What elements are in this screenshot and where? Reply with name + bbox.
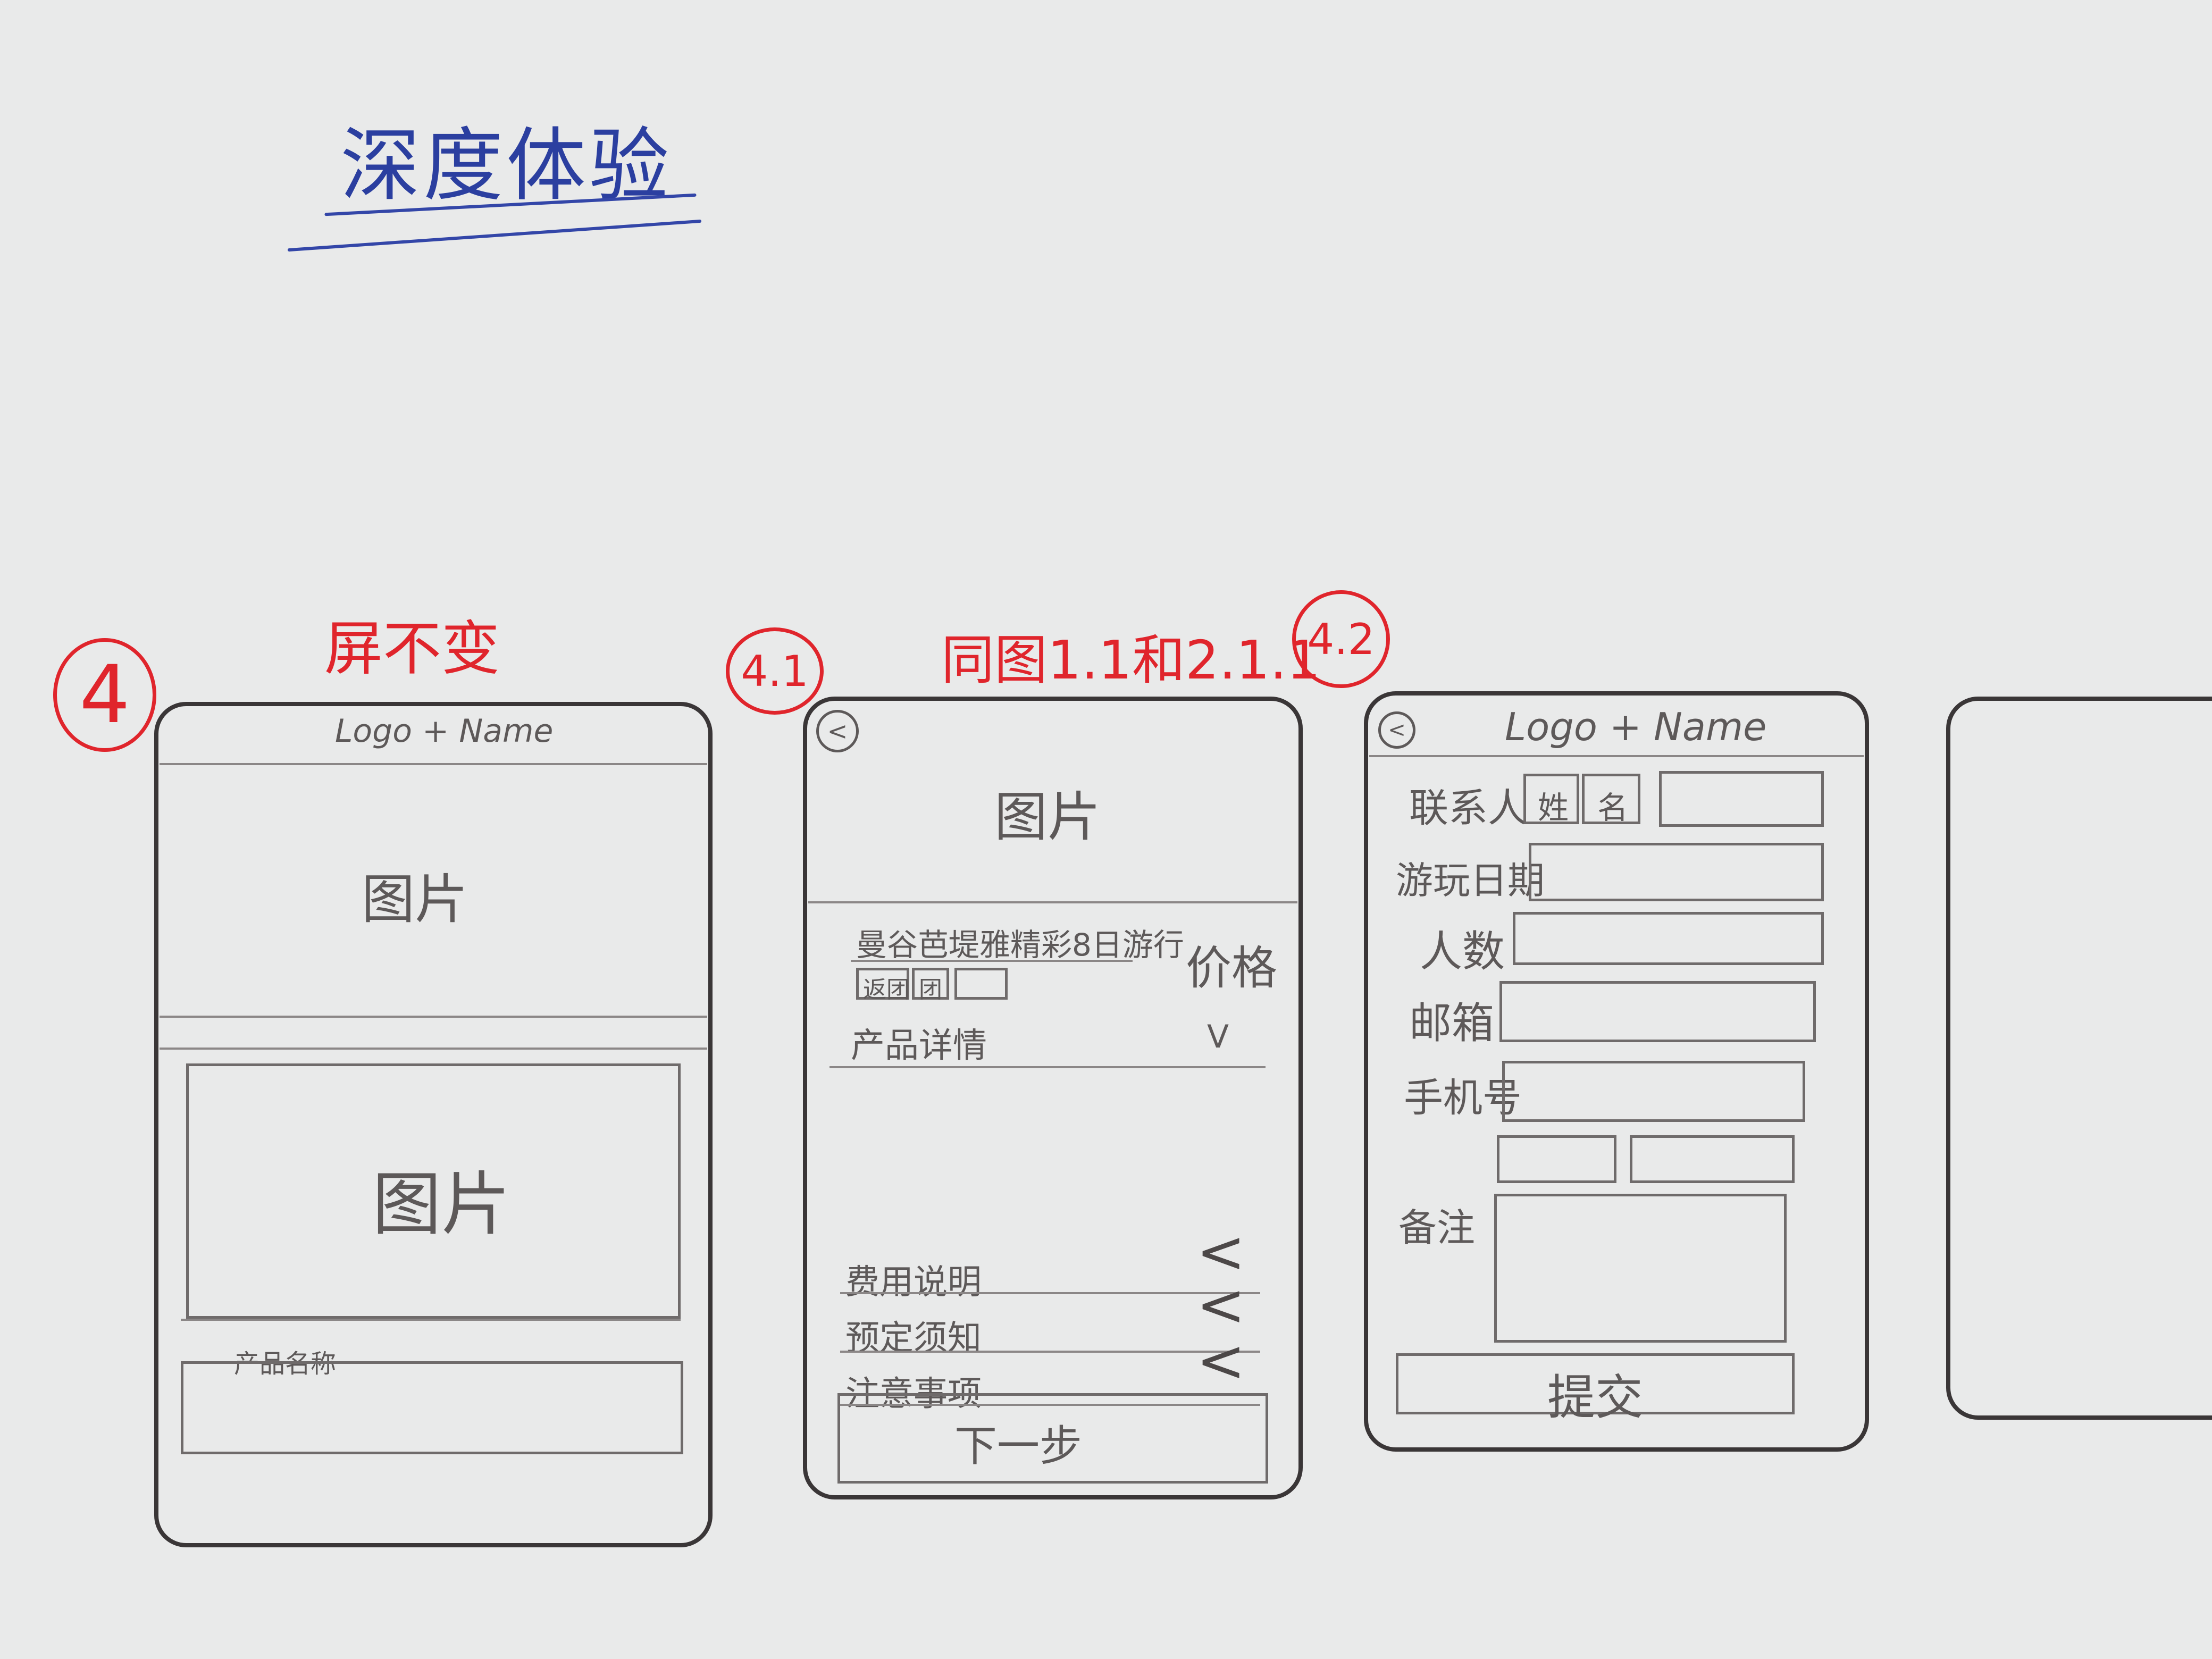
- next-screen-phone-partial: [1946, 697, 2212, 1420]
- phone-input[interactable]: [1502, 1061, 1805, 1122]
- chevron-down-icon[interactable]: V: [1207, 1018, 1229, 1055]
- screen-4-1-tag: 团: [912, 968, 949, 1003]
- screen-4-1-section-label[interactable]: 费用说明: [845, 1255, 982, 1304]
- step-4-1-note: 同图1.1和2.1.1: [941, 629, 1321, 691]
- chevron-left-icon[interactable]: <: [1196, 1327, 1245, 1395]
- screen-4-divider: [181, 1319, 681, 1321]
- surname-label: 姓: [1538, 790, 1569, 826]
- title-underline: [287, 219, 702, 252]
- screen-4-divider: [160, 1016, 707, 1018]
- step-4-note: 屏不变: [324, 615, 500, 683]
- screen-4-1-price: 价格: [1186, 942, 1277, 995]
- submit-button[interactable]: 提交: [1396, 1353, 1795, 1426]
- screen-4-1-product-title: 曼谷芭堤雅精彩8日游行: [856, 927, 1184, 963]
- back-glyph: <: [827, 717, 848, 745]
- name-field[interactable]: 名: [1582, 774, 1640, 826]
- step-4-2-label: 4.2: [1307, 614, 1375, 664]
- screen-4-1-next-button[interactable]: 下一步: [837, 1393, 1268, 1484]
- step-4-label: 4: [79, 649, 130, 741]
- screen-4-2-divider: [1369, 755, 1864, 757]
- next-button-label: 下一步: [954, 1421, 1082, 1471]
- screen-4-1-back-icon[interactable]: <: [816, 710, 859, 752]
- screen-4-image-top[interactable]: 图片: [362, 856, 468, 933]
- surname-field[interactable]: 姓: [1523, 774, 1579, 826]
- remarks-textarea[interactable]: [1494, 1194, 1787, 1343]
- remarks-label: 备注: [1398, 1205, 1476, 1250]
- people-input[interactable]: [1513, 912, 1824, 965]
- tag-label: 返团: [863, 976, 910, 1003]
- screen-4-image-bottom: 图片: [372, 1164, 511, 1245]
- screen-4-1-tag: [954, 968, 1008, 1000]
- extra-input-right[interactable]: [1630, 1135, 1795, 1183]
- travel-date-input[interactable]: [1529, 843, 1824, 901]
- people-label: 人数: [1420, 927, 1505, 976]
- screen-4-2-header: Logo + Name: [1505, 705, 1767, 749]
- screen-4-1-tag: 返团: [856, 968, 910, 1003]
- screen-4-bottom-bar[interactable]: [181, 1361, 683, 1454]
- email-label: 邮箱: [1409, 999, 1494, 1048]
- screen-4-1-divider: [830, 1066, 1266, 1068]
- contact-label: 联系人: [1409, 785, 1527, 831]
- screen-4-1-details-label[interactable]: 产品详情: [851, 1018, 987, 1067]
- step-4-2-badge: 4.2: [1292, 590, 1390, 688]
- screen-4-divider: [160, 763, 707, 765]
- screen-4-1-divider: [808, 901, 1297, 903]
- screen-4-header: Logo + Name: [335, 713, 554, 750]
- name-label: 名: [1597, 790, 1629, 826]
- contact-input[interactable]: [1659, 771, 1824, 827]
- step-4-badge: 4: [53, 638, 156, 752]
- extra-input-left[interactable]: [1497, 1135, 1616, 1183]
- submit-button-label: 提交: [1547, 1370, 1643, 1426]
- screen-4-1-image[interactable]: 图片: [994, 774, 1101, 851]
- step-4-1-badge: 4.1: [726, 627, 824, 715]
- step-4-1-label: 4.1: [741, 646, 809, 696]
- email-input[interactable]: [1499, 981, 1816, 1042]
- travel-date-label: 游玩日期: [1396, 859, 1545, 902]
- screen-4-1-title-underline: [851, 960, 1133, 962]
- screen-4-2-back-icon[interactable]: <: [1378, 711, 1415, 749]
- screen-4-divider: [160, 1048, 707, 1050]
- back-glyph: <: [1388, 718, 1406, 742]
- tag-label: 团: [919, 976, 942, 1003]
